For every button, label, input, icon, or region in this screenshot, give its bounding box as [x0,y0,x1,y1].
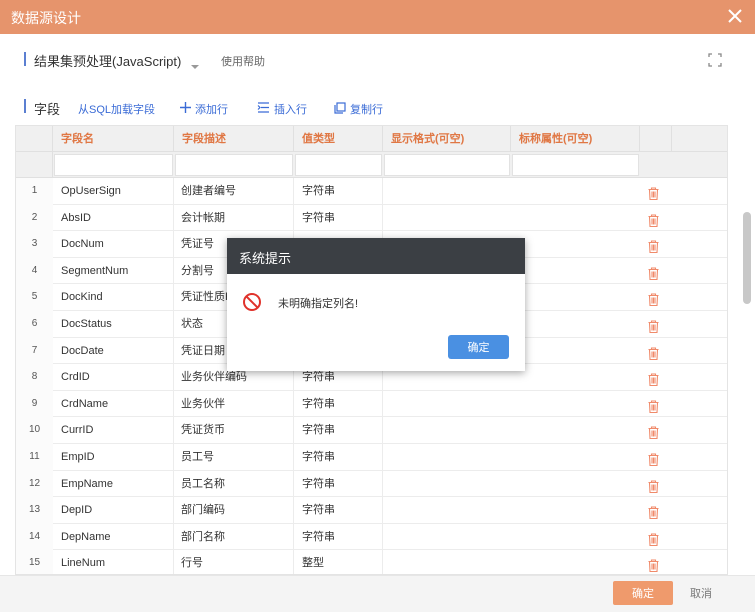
dialog-title: 系统提示 [239,251,292,266]
data-source-design-window: 数据源设计 结果集预处理(JavaScript) 使用帮助 字段 从SQL加载字… [0,0,755,612]
prohibited-icon [242,292,262,317]
dialog-header: 系统提示 [227,238,525,274]
system-alert-dialog: 系统提示 未明确指定列名! 确定 [227,238,525,371]
dialog-ok-button[interactable]: 确定 [448,335,509,359]
dialog-message: 未明确指定列名! [278,298,359,310]
